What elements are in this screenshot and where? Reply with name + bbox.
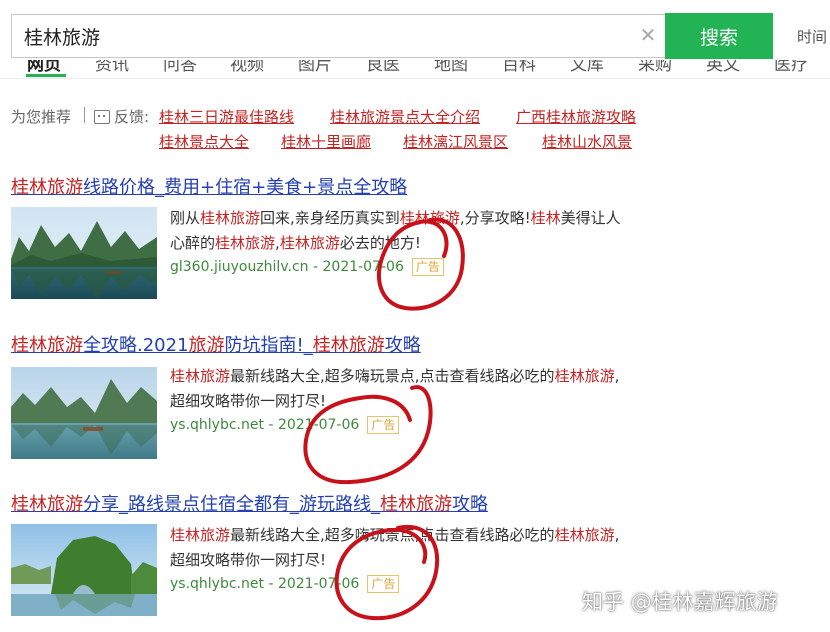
text-segment: 攻略 xyxy=(384,335,421,356)
tab-images[interactable]: 图片 xyxy=(298,60,332,75)
snippet-line: 超细攻略带你一网打尽! xyxy=(170,389,660,414)
clear-icon[interactable]: ✕ xyxy=(637,24,659,46)
highlight-keyword: 桂林旅游 xyxy=(11,494,83,515)
tab-map[interactable]: 地图 xyxy=(434,60,468,75)
recommend-link[interactable]: 桂林三日游最佳路线 xyxy=(159,106,294,127)
highlight-keyword: 桂林旅游 xyxy=(312,335,385,356)
highlight-keyword: 桂林旅游 xyxy=(170,526,231,544)
feedback-icon xyxy=(94,109,110,124)
watermark: 知乎 @桂林嘉辉旅游 xyxy=(582,590,778,614)
highlight-keyword: 桂林旅游 xyxy=(399,209,460,227)
result-thumbnail[interactable] xyxy=(11,207,157,299)
result-snippet: 刚从桂林旅游回来,亲身经历真实到桂林旅游,分享攻略!桂林美得让人 心醉的桂林旅游… xyxy=(170,206,660,256)
recommend-link[interactable]: 桂林漓江风景区 xyxy=(403,131,508,152)
recommend-link[interactable]: 桂林景点大全 xyxy=(159,131,249,152)
result-thumbnail[interactable] xyxy=(11,524,157,616)
recommend-link[interactable]: 桂林山水风景 xyxy=(542,131,632,152)
highlight-keyword: 桂林旅游 xyxy=(170,367,231,385)
text-segment: , xyxy=(614,367,620,385)
active-tab-indicator xyxy=(26,74,66,77)
search-button[interactable]: 搜索 xyxy=(665,13,773,59)
result-meta: gl360.jiuyouzhilv.cn - 2021-07-06 广告 xyxy=(170,258,444,276)
tab-purchase[interactable]: 采购 xyxy=(638,60,672,75)
meta-separator: - xyxy=(308,259,323,275)
highlight-keyword: 桂林旅游 xyxy=(554,526,615,544)
highlight-keyword: 桂林旅游 xyxy=(215,234,276,252)
highlight-keyword: 桂林旅游 xyxy=(279,234,340,252)
result-url[interactable]: ys.qhlybc.net xyxy=(170,576,264,592)
tab-encyclopedia[interactable]: 百科 xyxy=(502,60,536,75)
text-segment: 刚从 xyxy=(170,209,201,227)
result-date: 2021-07-06 xyxy=(322,259,404,275)
text-segment: 必去的地方! xyxy=(339,234,421,252)
tab-english[interactable]: 英文 xyxy=(706,60,740,75)
tabs-divider xyxy=(0,78,830,79)
snippet-line: 刚从桂林旅游回来,亲身经历真实到桂林旅游,分享攻略!桂林美得让人 xyxy=(170,206,660,231)
result-title[interactable]: 桂林旅游全攻略.2021旅游防坑指南!_桂林旅游攻略 xyxy=(11,331,421,357)
text-segment: , xyxy=(614,526,620,544)
recommend-link[interactable]: 桂林旅游景点大全介绍 xyxy=(330,106,480,127)
result-title[interactable]: 桂林旅游分享_路线景点住宿全都有_游玩路线_桂林旅游攻略 xyxy=(11,490,488,516)
highlight-keyword: 旅游 xyxy=(188,335,225,356)
text-segment: 全攻略.2021 xyxy=(83,335,189,356)
tab-medical[interactable]: 医疗 xyxy=(774,60,808,75)
recommend-label: 为您推荐 xyxy=(11,108,72,126)
highlight-keyword: 桂林旅游 xyxy=(200,209,261,227)
snippet-line: 超细攻略带你一网打尽! xyxy=(170,548,660,573)
text-segment: 超细攻略带你一网打尽! xyxy=(170,392,327,410)
highlight-keyword: 桂林旅游 xyxy=(11,177,83,198)
result-date: 2021-07-06 xyxy=(277,576,360,592)
result-snippet: 桂林旅游最新线路大全,超多嗨玩景点,点击查看线路必吃的桂林旅游, 超细攻略带你一… xyxy=(170,523,660,573)
ad-badge: 广告 xyxy=(367,416,400,434)
text-segment: 防坑指南!_ xyxy=(224,335,313,356)
ad-badge: 广告 xyxy=(367,575,400,593)
recommend-link[interactable]: 广西桂林旅游攻略 xyxy=(516,106,636,127)
karst-river-image xyxy=(11,367,157,459)
meta-separator: - xyxy=(263,417,278,433)
elephant-trunk-hill-image xyxy=(11,524,157,616)
karst-river-image xyxy=(11,207,157,299)
ad-badge: 广告 xyxy=(411,258,444,276)
text-segment: 最新线路大全,超多嗨玩景点,点击查看线路必吃的 xyxy=(230,526,555,544)
text-segment: ,分享攻略! xyxy=(459,209,531,227)
result-snippet: 桂林旅游最新线路大全,超多嗨玩景点,点击查看线路必吃的桂林旅游, 超细攻略带你一… xyxy=(170,364,660,414)
highlight-keyword: 桂林旅游 xyxy=(554,367,615,385)
text-segment: 最新线路大全,超多嗨玩景点,点击查看线路必吃的 xyxy=(230,367,555,385)
highlight-keyword: 桂林旅游 xyxy=(380,494,452,515)
meta-separator: - xyxy=(263,576,278,592)
tab-news[interactable]: 资讯 xyxy=(95,60,129,75)
snippet-line: 心醉的桂林旅游,桂林旅游必去的地方! xyxy=(170,231,660,256)
tab-web[interactable]: 网页 xyxy=(27,60,61,75)
recommend-divider xyxy=(84,107,85,123)
result-meta: ys.qhlybc.net - 2021-07-06 广告 xyxy=(170,575,400,593)
tab-qa[interactable]: 问答 xyxy=(163,60,197,75)
text-segment: 攻略 xyxy=(452,494,488,515)
text-segment: 心醉的 xyxy=(170,234,216,252)
highlight-keyword: 桂林 xyxy=(530,209,561,227)
snippet-line: 桂林旅游最新线路大全,超多嗨玩景点,点击查看线路必吃的桂林旅游, xyxy=(170,364,660,389)
result-meta: ys.qhlybc.net - 2021-07-06 广告 xyxy=(170,416,400,434)
recommend-link[interactable]: 桂林十里画廊 xyxy=(281,131,371,152)
tab-library[interactable]: 文库 xyxy=(570,60,604,75)
text-segment: 线路价格_费用+住宿+美食+景点全攻略 xyxy=(83,177,408,198)
tab-doctor[interactable]: 良医 xyxy=(366,60,400,75)
snippet-line: 桂林旅游最新线路大全,超多嗨玩景点,点击查看线路必吃的桂林旅游, xyxy=(170,523,660,548)
feedback-label: 反馈: xyxy=(114,108,150,126)
text-segment: 回来,亲身经历真实到 xyxy=(260,209,400,227)
highlight-keyword: 桂林旅游 xyxy=(11,335,83,356)
result-date: 2021-07-06 xyxy=(277,417,360,433)
feedback-button[interactable]: 反馈: xyxy=(94,106,149,127)
tab-bar: 网页 资讯 问答 视频 图片 良医 地图 百科 文库 采购 英文 医疗 xyxy=(0,60,830,78)
result-url[interactable]: gl360.jiuyouzhilv.cn xyxy=(170,259,309,275)
text-segment: 美得让人 xyxy=(560,209,621,227)
tab-video[interactable]: 视频 xyxy=(230,60,264,75)
result-thumbnail[interactable] xyxy=(11,367,157,459)
result-url[interactable]: ys.qhlybc.net xyxy=(170,417,264,433)
search-input[interactable] xyxy=(12,15,612,57)
result-title[interactable]: 桂林旅游线路价格_费用+住宿+美食+景点全攻略 xyxy=(11,173,407,199)
time-filter[interactable]: 时间 xyxy=(797,26,827,47)
text-segment: 超细攻略带你一网打尽! xyxy=(170,551,327,569)
search-box: ✕ xyxy=(11,14,665,58)
text-segment: 分享_路线景点住宿全都有_游玩路线_ xyxy=(83,494,380,515)
